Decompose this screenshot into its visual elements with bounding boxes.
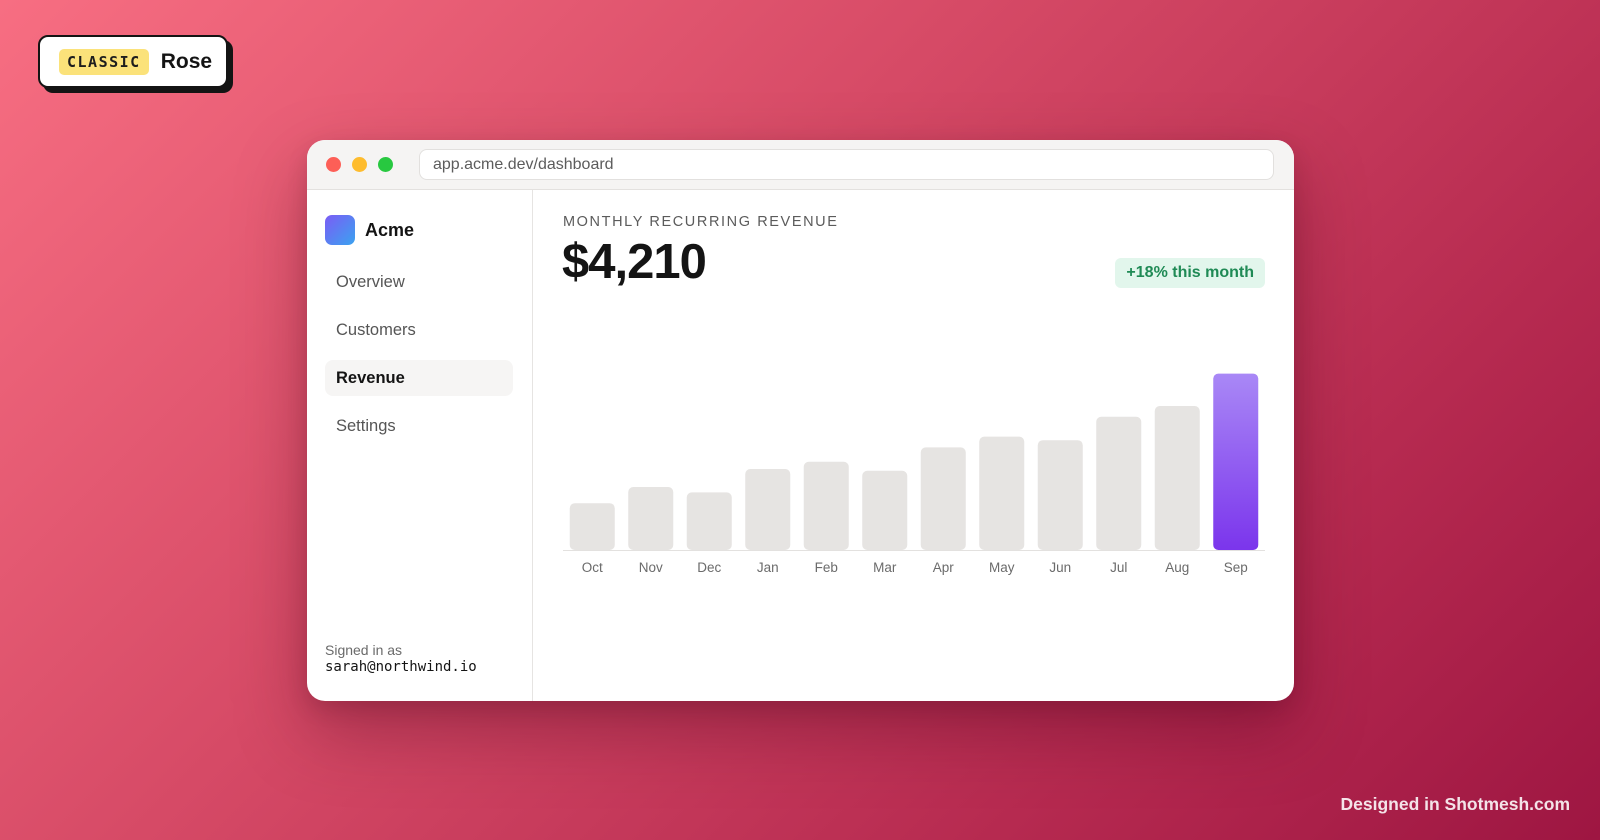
- footer-credit: Designed in Shotmesh.com: [1340, 794, 1570, 814]
- sidebar-item-customers[interactable]: Customers: [325, 312, 513, 348]
- delta-badge: +18% this month: [1115, 258, 1265, 288]
- signed-in-label: Signed in as: [325, 642, 403, 658]
- bar-jan: [745, 469, 791, 550]
- bar-oct: [569, 503, 615, 550]
- x-tick-label: Nov: [639, 560, 663, 575]
- x-tick-label: Jan: [757, 560, 779, 575]
- sidebar-item-settings[interactable]: Settings: [325, 408, 513, 444]
- traffic-lights: [326, 157, 393, 172]
- sidebar-item-overview[interactable]: Overview: [325, 264, 513, 300]
- sidebar-item-revenue[interactable]: Revenue: [325, 360, 513, 396]
- theme-badge: CLASSIC Rose: [38, 35, 228, 88]
- sidebar-nav: Overview Customers Revenue Settings: [325, 264, 513, 456]
- bar-apr: [920, 447, 966, 550]
- bar-jun: [1037, 440, 1083, 550]
- x-tick-label: Mar: [873, 560, 897, 575]
- brand-name: Acme: [365, 219, 415, 240]
- bar-feb: [803, 461, 849, 550]
- revenue-bar-chart: Oct Nov Dec Jan Feb Mar Apr May Jun Jul Aug Sep: [563, 373, 1265, 575]
- close-window-button[interactable]: [326, 157, 341, 172]
- brand: Acme: [325, 215, 414, 245]
- theme-name: Rose: [160, 49, 213, 73]
- x-tick-label: Aug: [1165, 560, 1189, 575]
- bar-nov: [628, 487, 674, 550]
- x-tick-label: Apr: [933, 560, 955, 575]
- bar-jul: [1096, 416, 1142, 550]
- theme-chip: CLASSIC: [59, 48, 149, 75]
- main-panel: MONTHLY RECURRING REVENUE $4,210 +18% th…: [533, 190, 1294, 701]
- metric-value: $4,210: [562, 235, 707, 289]
- metric-label: MONTHLY RECURRING REVENUE: [563, 214, 839, 230]
- bar-aug: [1154, 406, 1200, 550]
- bar-may: [979, 436, 1025, 550]
- zoom-window-button[interactable]: [378, 157, 393, 172]
- x-tick-label: Jul: [1110, 560, 1127, 575]
- x-tick-label: Dec: [697, 560, 721, 575]
- window-titlebar: app.acme.dev/dashboard: [307, 140, 1294, 190]
- bar-mar: [862, 470, 908, 550]
- x-tick-label: Jun: [1049, 560, 1071, 575]
- x-tick-label: May: [989, 560, 1015, 575]
- bar-dec: [686, 492, 732, 550]
- sidebar: Acme Overview Customers Revenue Settings…: [307, 190, 533, 701]
- brand-logo-icon: [325, 215, 355, 245]
- user-email: sarah@northwind.io: [325, 659, 477, 675]
- address-bar[interactable]: app.acme.dev/dashboard: [419, 149, 1274, 180]
- x-tick-label: Feb: [815, 560, 838, 575]
- x-tick-label: Oct: [582, 560, 603, 575]
- x-tick-label: Sep: [1224, 560, 1248, 575]
- bar-sep: [1213, 373, 1259, 550]
- minimize-window-button[interactable]: [352, 157, 367, 172]
- browser-window: app.acme.dev/dashboard Acme Overview Cus…: [307, 140, 1294, 701]
